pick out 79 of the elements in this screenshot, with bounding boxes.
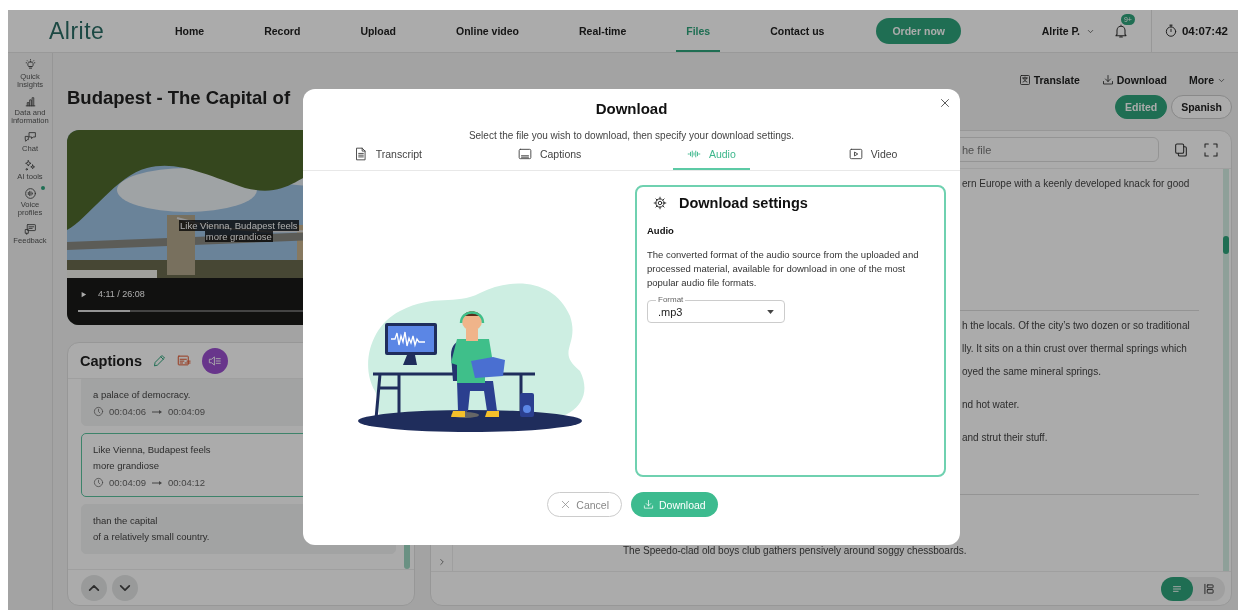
clock-icon bbox=[93, 477, 104, 488]
fullscreen-icon[interactable] bbox=[1203, 141, 1219, 158]
subtitle-text: Like Vienna, Budapest feels bbox=[179, 220, 299, 231]
version-chip[interactable]: Spanish bbox=[1171, 95, 1232, 119]
bar-chart-icon bbox=[23, 95, 37, 108]
voice-icon bbox=[23, 187, 37, 200]
loudspeaker bbox=[520, 393, 534, 417]
more-button[interactable]: More bbox=[1188, 74, 1226, 86]
video-time: 4:11 / 26:08 bbox=[98, 289, 145, 299]
field-label: Format bbox=[656, 295, 686, 304]
dialog-subtitle: Select the file you wish to download, then specify your download settings. bbox=[468, 130, 795, 141]
subtitles-icon[interactable] bbox=[177, 353, 193, 368]
transcript-text: oyed the same mineral springs. bbox=[962, 365, 1102, 379]
caption-text: a palace of democracy. bbox=[93, 388, 192, 402]
document-title: Budapest - The Capital of bbox=[67, 87, 291, 110]
nav-link[interactable]: Real-time bbox=[569, 10, 637, 52]
play-icon[interactable] bbox=[79, 289, 88, 299]
description-text: The converted format of the audio source from the uploaded and processed material, available for download in one of the most popular audio file formats. bbox=[647, 248, 920, 290]
transcript-text: nd hot water. bbox=[962, 398, 1021, 412]
settings-title: Download settings bbox=[679, 195, 808, 211]
view-option[interactable] bbox=[1161, 576, 1193, 601]
dialog-title: Download bbox=[595, 100, 668, 117]
transcript-text: The Speedo-clad old boys club gathers pensively around soggy chessboards. bbox=[623, 544, 968, 558]
timer-value: 04:07:42 bbox=[1181, 25, 1228, 37]
dropdown-caret-icon bbox=[767, 309, 774, 314]
transcript-text: h the locals. Of the city’s two dozen or so traditional bbox=[962, 319, 1191, 333]
close-icon bbox=[560, 499, 572, 510]
blocks-view-icon bbox=[1202, 581, 1216, 596]
pencil-icon[interactable] bbox=[152, 353, 168, 368]
bell-icon[interactable] bbox=[1112, 23, 1129, 39]
tab[interactable]: Video bbox=[834, 147, 912, 170]
nav-link[interactable]: Contact us bbox=[760, 10, 835, 52]
translate-icon bbox=[1018, 74, 1031, 86]
nav-link[interactable]: Home bbox=[165, 10, 215, 52]
section-heading: Audio bbox=[647, 225, 675, 236]
end-time: 00:04:09 bbox=[168, 406, 205, 417]
nav-link[interactable]: Online video bbox=[445, 10, 529, 52]
end-time: 00:04:12 bbox=[168, 477, 205, 488]
nav-link[interactable]: Record bbox=[254, 10, 311, 52]
chevron-up-icon[interactable] bbox=[81, 574, 107, 601]
start-time: 00:04:06 bbox=[109, 406, 146, 417]
tab[interactable]: Captions bbox=[503, 147, 596, 170]
translate-button[interactable]: Translate bbox=[1018, 74, 1080, 86]
feedback-icon bbox=[23, 223, 37, 236]
transcript-text: ern Europe with a keenly developed knack for good bbox=[962, 177, 1191, 191]
captions-icon bbox=[517, 147, 532, 161]
bulb-icon bbox=[23, 59, 37, 72]
transcript-text: lly. It sits on a thin crust over thermal springs which bbox=[962, 342, 1188, 356]
caption-text: more grandiose bbox=[93, 459, 160, 473]
download-button[interactable]: Download bbox=[1101, 74, 1167, 86]
scrollbar[interactable] bbox=[1223, 169, 1229, 571]
caption-text: than the capital bbox=[93, 514, 159, 528]
sparkles-icon bbox=[23, 159, 37, 172]
transcript-text: and strut their stuff. bbox=[962, 431, 1049, 445]
nav-link[interactable]: Upload bbox=[350, 10, 406, 52]
chat-icon bbox=[23, 131, 37, 144]
field-value: .mp3 bbox=[658, 306, 683, 318]
arrow-icon bbox=[151, 408, 163, 415]
logo[interactable]: Alrite bbox=[49, 17, 119, 45]
user-menu[interactable]: Alrite P. bbox=[1041, 25, 1095, 37]
arrow-icon bbox=[151, 479, 163, 486]
download-icon bbox=[1101, 74, 1114, 86]
panel-title: Captions bbox=[80, 352, 143, 369]
document-icon bbox=[353, 147, 368, 161]
download-icon bbox=[643, 499, 654, 510]
stopwatch-icon bbox=[1163, 24, 1178, 38]
subtitle-text: more grandiose bbox=[204, 231, 273, 242]
chevron-down-icon[interactable] bbox=[112, 574, 138, 601]
play-icon bbox=[848, 147, 863, 161]
caption-text: Like Vienna, Budapest feels bbox=[93, 443, 212, 457]
caption-text: of a relatively small country. bbox=[93, 530, 211, 544]
copy-icon[interactable] bbox=[1173, 141, 1189, 158]
clock-icon bbox=[93, 406, 104, 417]
close-icon[interactable] bbox=[939, 97, 951, 109]
gear-icon bbox=[653, 196, 667, 210]
start-time: 00:04:09 bbox=[109, 477, 146, 488]
scroll-thumb[interactable] bbox=[1223, 236, 1229, 254]
audio-button[interactable] bbox=[202, 347, 229, 374]
speaker-icon bbox=[208, 353, 223, 368]
